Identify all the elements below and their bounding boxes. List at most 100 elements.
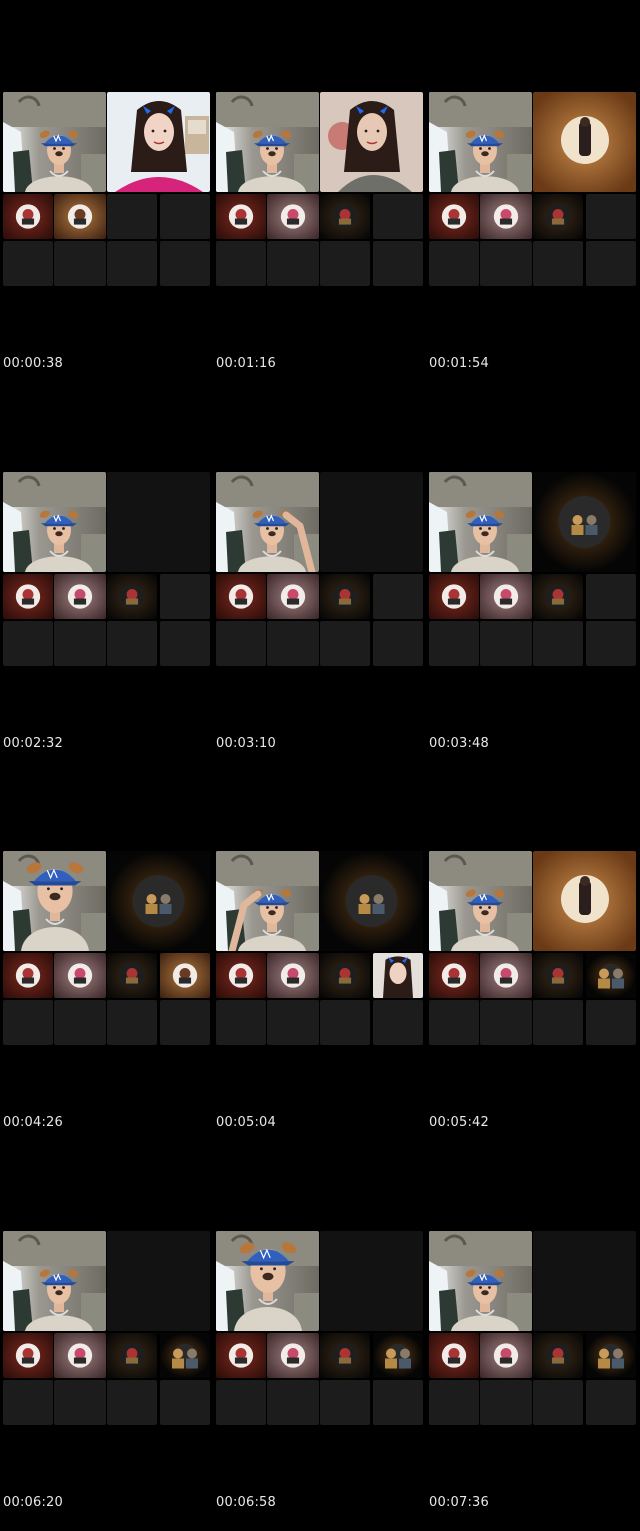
frame-9[interactable]: 00:05:42 [429, 851, 637, 1151]
empty-slot [429, 1000, 479, 1045]
timestamp: 00:02:32 [3, 736, 63, 751]
frame-10[interactable]: 00:06:20 [3, 1231, 211, 1531]
empty-slot [320, 621, 370, 666]
timestamp: 00:05:04 [216, 1115, 276, 1130]
empty-slot [373, 621, 423, 666]
empty-slot [267, 621, 319, 666]
empty-slot [533, 621, 583, 666]
participant-video [107, 851, 210, 951]
participant-avatar [3, 1333, 53, 1378]
participant-avatar [533, 194, 583, 239]
participant-video [533, 92, 636, 192]
empty-slot [216, 621, 266, 666]
empty-slot [107, 621, 157, 666]
empty-slot [3, 1000, 53, 1045]
participant-avatar [267, 1333, 319, 1378]
participant-avatar [3, 194, 53, 239]
empty-slot [480, 1380, 532, 1425]
empty-slot [160, 1380, 210, 1425]
participant-avatar [429, 953, 479, 998]
empty-slot [107, 1000, 157, 1045]
participant-avatar [480, 1333, 532, 1378]
participant-avatar [216, 194, 266, 239]
timestamp: 00:07:36 [429, 1495, 489, 1510]
empty-slot [373, 574, 423, 619]
frame-7[interactable]: 00:04:26 [3, 851, 211, 1151]
empty-slot [373, 1380, 423, 1425]
participant-avatar [586, 953, 636, 998]
frame-4[interactable]: 00:02:32 [3, 472, 211, 772]
empty-slot [320, 1380, 370, 1425]
participant-avatar [320, 953, 370, 998]
empty-slot [586, 621, 636, 666]
participant-video-empty [533, 1231, 636, 1331]
participant-video [107, 92, 210, 192]
timestamp: 00:01:16 [216, 356, 276, 371]
frame-2[interactable]: 00:01:16 [216, 92, 424, 392]
participant-video-empty [320, 1231, 423, 1331]
empty-slot [586, 241, 636, 286]
participant-avatar [54, 574, 106, 619]
empty-slot [107, 1380, 157, 1425]
participant-video-main [429, 851, 532, 951]
empty-slot [429, 621, 479, 666]
frame-1[interactable]: 00:00:38 [3, 92, 211, 392]
empty-slot [586, 194, 636, 239]
frame-12[interactable]: 00:07:36 [429, 1231, 637, 1531]
participant-video-main [429, 472, 532, 572]
participant-avatar [320, 574, 370, 619]
empty-slot [373, 1000, 423, 1045]
empty-slot [160, 621, 210, 666]
participant-avatar [107, 574, 157, 619]
participant-avatar [373, 1333, 423, 1378]
empty-slot [160, 574, 210, 619]
participant-avatar [429, 574, 479, 619]
empty-slot [586, 1000, 636, 1045]
participant-video [533, 851, 636, 951]
frame-11[interactable]: 00:06:58 [216, 1231, 424, 1531]
empty-slot [107, 194, 157, 239]
participant-video-main [3, 851, 106, 951]
participant-avatar [216, 953, 266, 998]
empty-slot [429, 1380, 479, 1425]
empty-slot [54, 621, 106, 666]
frame-3[interactable]: 00:01:54 [429, 92, 637, 392]
participant-video-main [3, 472, 106, 572]
empty-slot [216, 1380, 266, 1425]
empty-slot [54, 241, 106, 286]
empty-slot [160, 194, 210, 239]
timestamp: 00:04:26 [3, 1115, 63, 1130]
empty-slot [216, 241, 266, 286]
empty-slot [480, 1000, 532, 1045]
empty-slot [267, 241, 319, 286]
frame-6[interactable]: 00:03:48 [429, 472, 637, 772]
empty-slot [533, 1380, 583, 1425]
participant-avatar [216, 1333, 266, 1378]
participant-avatar [267, 953, 319, 998]
participant-avatar [160, 953, 210, 998]
participant-avatar [320, 194, 370, 239]
participant-avatar [586, 1333, 636, 1378]
participant-avatar [216, 574, 266, 619]
empty-slot [3, 621, 53, 666]
empty-slot [586, 1380, 636, 1425]
empty-slot [533, 241, 583, 286]
participant-avatar [267, 574, 319, 619]
participant-video-main [216, 92, 319, 192]
empty-slot [54, 1380, 106, 1425]
participant-avatar [480, 194, 532, 239]
empty-slot [320, 1000, 370, 1045]
participant-video-main [429, 1231, 532, 1331]
timestamp: 00:06:20 [3, 1495, 63, 1510]
frame-5[interactable]: 00:03:10 [216, 472, 424, 772]
empty-slot [160, 241, 210, 286]
participant-avatar [54, 194, 106, 239]
empty-slot [480, 621, 532, 666]
frame-8[interactable]: 00:05:04 [216, 851, 424, 1151]
participant-video-main [3, 92, 106, 192]
participant-avatar [320, 1333, 370, 1378]
participant-video-empty [107, 1231, 210, 1331]
participant-avatar [160, 1333, 210, 1378]
timestamp: 00:01:54 [429, 356, 489, 371]
participant-avatar [533, 953, 583, 998]
